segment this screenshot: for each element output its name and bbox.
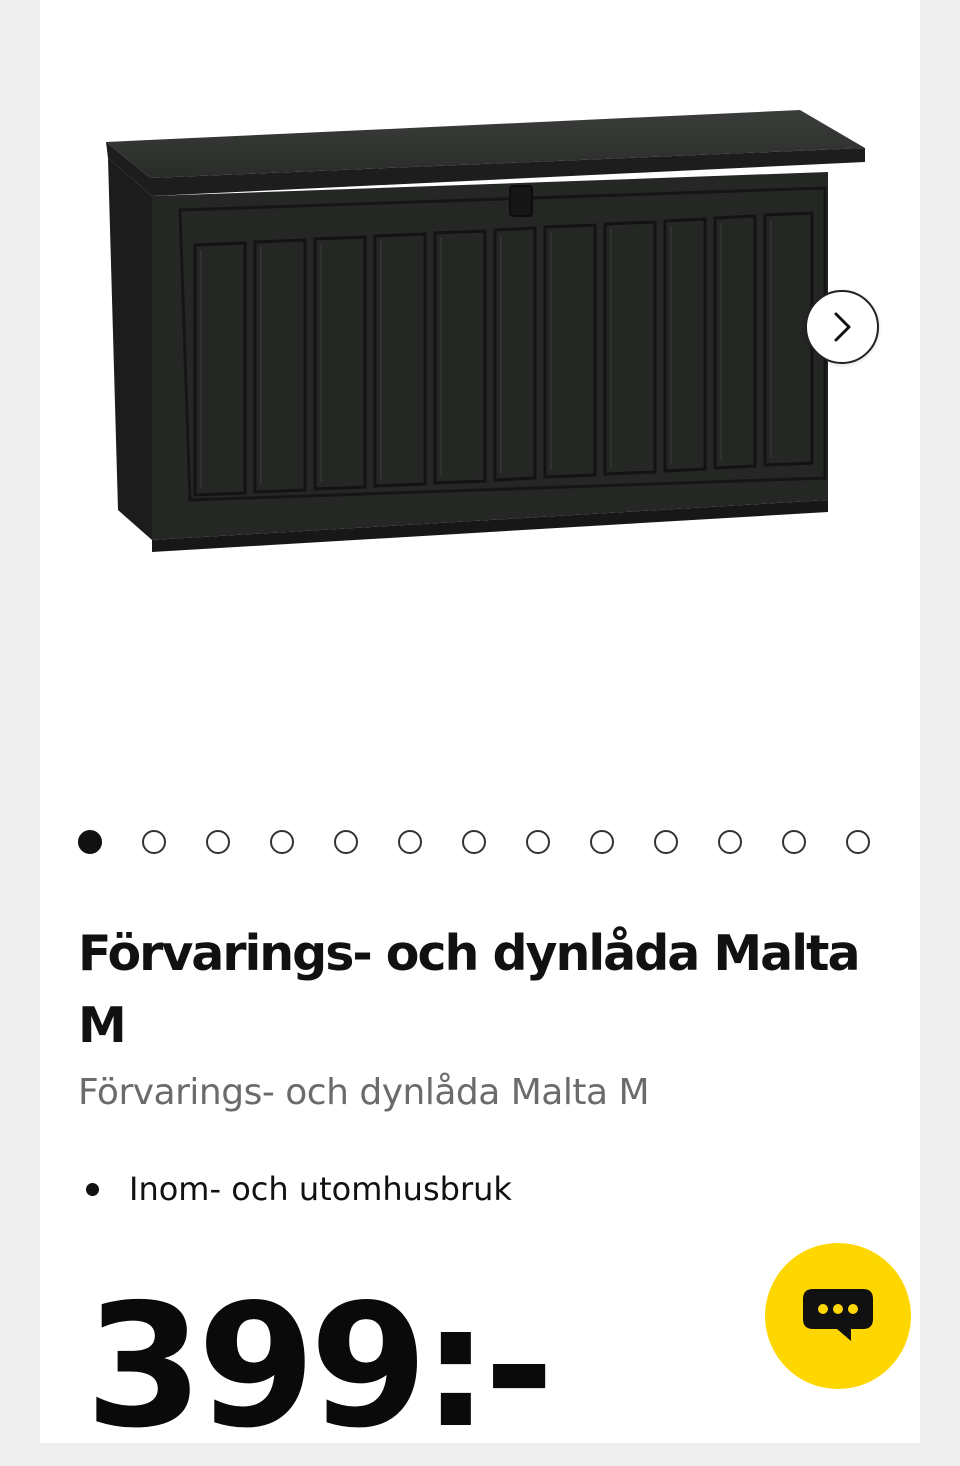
gallery-dot[interactable] [526, 830, 550, 854]
feature-list: Inom- och utomhusbruk [78, 1170, 512, 1208]
image-gallery[interactable] [40, 0, 920, 800]
gallery-dot[interactable] [398, 830, 422, 854]
gallery-dot[interactable] [654, 830, 678, 854]
gallery-dot[interactable] [206, 830, 230, 854]
gallery-pagination [78, 830, 870, 854]
bullet-icon [86, 1182, 99, 1196]
product-price: 399:- [85, 1268, 554, 1466]
chat-button[interactable] [765, 1243, 911, 1389]
gallery-dot[interactable] [270, 830, 294, 854]
gallery-dot[interactable] [142, 830, 166, 854]
gallery-dot[interactable] [718, 830, 742, 854]
product-subtitle: Förvarings- och dynlåda Malta M [78, 1072, 650, 1113]
gallery-dot[interactable] [590, 830, 614, 854]
product-card: Förvarings- och dynlåda Malta M Förvarin… [40, 0, 920, 1452]
chevron-right-icon [834, 312, 851, 342]
product-title: Förvarings- och dynlåda Malta M [78, 925, 861, 1054]
feature-item: Inom- och utomhusbruk [78, 1170, 512, 1208]
product-image [106, 110, 865, 552]
next-image-button[interactable] [805, 290, 879, 364]
gallery-dot[interactable] [846, 830, 870, 854]
gallery-dot[interactable] [334, 830, 358, 854]
chat-bubble-icon [803, 1289, 873, 1341]
gallery-dot[interactable] [462, 830, 486, 854]
feature-text: Inom- och utomhusbruk [129, 1170, 512, 1208]
gallery-dot[interactable] [78, 830, 102, 854]
gallery-dot[interactable] [782, 830, 806, 854]
